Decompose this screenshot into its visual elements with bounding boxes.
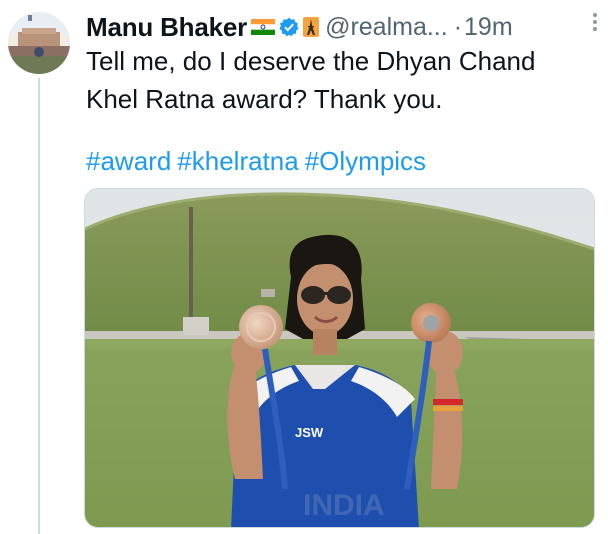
hashtag-link[interactable]: #khelratna <box>177 146 298 176</box>
tweet-header: Manu Bhaker @realma... · 19m <box>86 10 608 44</box>
hashtags: #award #khelratna #Olympics <box>86 146 432 177</box>
hashtag-link[interactable]: #Olympics <box>305 146 426 176</box>
tweet-text: Tell me, do I deserve the Dhyan Chand Kh… <box>86 46 536 114</box>
separator-dot: · <box>453 12 463 41</box>
india-flag-icon <box>251 19 276 35</box>
tweet: Manu Bhaker @realma... · 19m Tell me, do… <box>84 0 608 534</box>
verified-badge-icon <box>279 17 299 37</box>
eiffel-tower-icon <box>303 17 320 37</box>
avatar[interactable] <box>8 12 70 74</box>
jersey-logo: JSW <box>295 425 324 440</box>
left-rail <box>0 0 84 534</box>
thread-line <box>38 78 40 534</box>
user-handle[interactable]: @realma... <box>325 13 448 42</box>
jersey-word: INDIA <box>303 489 385 522</box>
display-name[interactable]: Manu Bhaker <box>86 12 247 43</box>
hashtag-link[interactable]: #award <box>86 146 171 176</box>
timestamp[interactable]: 19m <box>464 13 513 42</box>
more-options-icon[interactable] <box>588 10 602 34</box>
tweet-photo[interactable]: JSW INDIA <box>84 188 595 528</box>
